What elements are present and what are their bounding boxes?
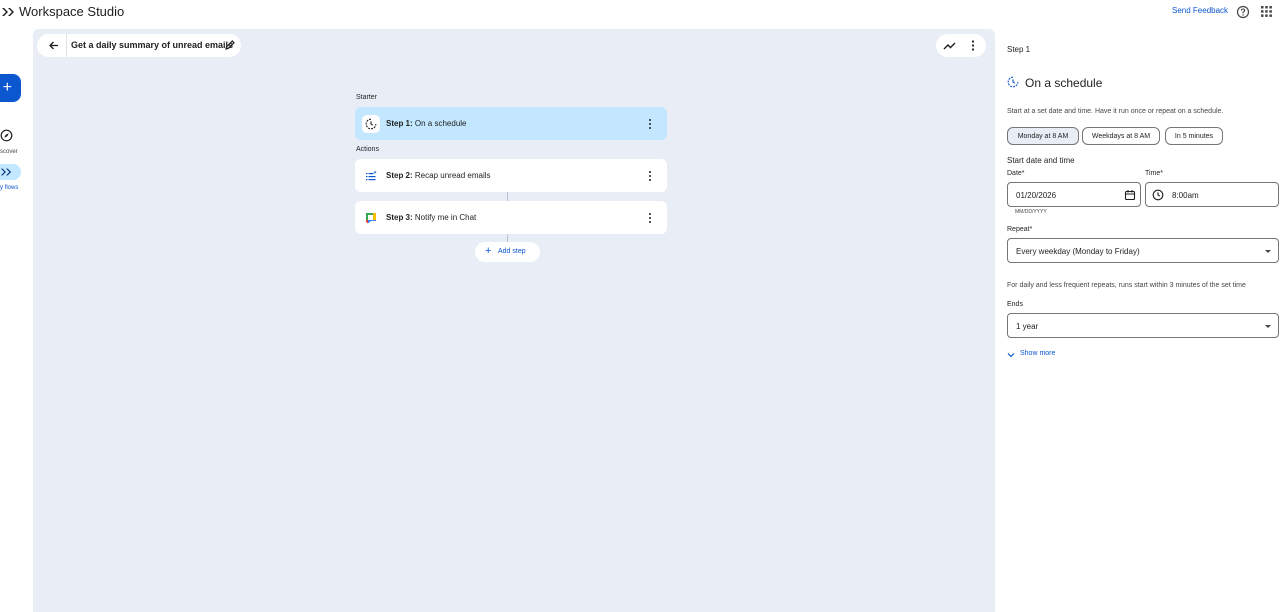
- nav-my-flows[interactable]: [0, 164, 21, 180]
- chip-monday-8am[interactable]: Monday at 8 AM: [1007, 127, 1079, 145]
- ends-label: Ends: [1007, 301, 1023, 308]
- starter-label: Starter: [356, 94, 378, 101]
- compass-icon[interactable]: [0, 129, 13, 142]
- nav-my-flows-label[interactable]: y flows: [0, 185, 18, 191]
- panel-title: On a schedule: [1025, 76, 1103, 90]
- canvas-tools: [936, 34, 986, 57]
- date-field[interactable]: 01/20/2026: [1007, 182, 1141, 207]
- back-arrow-icon[interactable]: [47, 39, 60, 52]
- date-value: 01/20/2026: [1016, 191, 1057, 200]
- workspace-studio-logo-icon: [2, 8, 14, 16]
- dropdown-caret-icon: [1265, 250, 1271, 253]
- ends-value: 1 year: [1016, 322, 1039, 331]
- send-feedback-link[interactable]: Send Feedback: [1172, 6, 1228, 15]
- step-1-title: Step 1: On a schedule: [386, 119, 467, 128]
- flow-canvas: Get a daily summary of unread emails Sta…: [33, 29, 995, 612]
- schedule-icon: [365, 118, 377, 130]
- date-label: Date*: [1007, 170, 1025, 177]
- step-icon-wrap: [362, 167, 380, 185]
- nav-discover-label[interactable]: scover: [0, 149, 18, 155]
- plus-icon: +: [485, 245, 492, 257]
- dropdown-caret-icon: [1265, 325, 1271, 328]
- apps-grid-icon[interactable]: [1261, 6, 1272, 17]
- step-card-3[interactable]: Step 3: Notify me in Chat: [355, 201, 667, 234]
- actions-label: Actions: [356, 146, 379, 153]
- app-title: Workspace Studio: [19, 4, 125, 19]
- step-card-2[interactable]: Step 2: Recap unread emails: [355, 159, 667, 192]
- step-more-icon[interactable]: [647, 212, 653, 224]
- panel-step-label: Step 1: [1007, 45, 1031, 54]
- divider: [66, 34, 67, 57]
- step-icon-wrap: [362, 209, 380, 227]
- schedule-icon: [1007, 76, 1019, 88]
- panel-description: Start at a set date and time. Have it ru…: [1007, 108, 1224, 115]
- more-vert-icon[interactable]: [969, 39, 977, 52]
- time-field[interactable]: 8:00am: [1145, 182, 1279, 207]
- step-2-title: Step 2: Recap unread emails: [386, 171, 491, 180]
- help-icon[interactable]: [1236, 5, 1250, 19]
- chip-in-5-minutes[interactable]: In 5 minutes: [1165, 127, 1223, 145]
- step-connector: [507, 192, 508, 201]
- start-date-time-heading: Start date and time: [1007, 156, 1075, 165]
- google-chat-icon: [366, 213, 376, 224]
- repeat-select[interactable]: Every weekday (Monday to Friday): [1007, 238, 1279, 263]
- recap-list-icon: [366, 170, 377, 181]
- step-more-icon[interactable]: [647, 118, 653, 130]
- ends-select[interactable]: 1 year: [1007, 313, 1279, 338]
- flow-title-bar: Get a daily summary of unread emails: [37, 34, 241, 57]
- edit-pencil-icon[interactable]: [224, 39, 236, 51]
- chip-weekdays-8am[interactable]: Weekdays at 8 AM: [1082, 127, 1160, 145]
- repeat-value: Every weekday (Monday to Friday): [1016, 247, 1140, 256]
- clock-icon[interactable]: [1152, 189, 1164, 201]
- step-config-panel: Step 1 On a schedule Start at a set date…: [995, 29, 1280, 612]
- repeat-label: Repeat*: [1007, 226, 1033, 233]
- new-flow-button[interactable]: +: [0, 74, 21, 102]
- time-label: Time*: [1145, 170, 1164, 177]
- top-bar: Workspace Studio Send Feedback: [0, 0, 1280, 26]
- step-connector: [507, 234, 508, 242]
- show-more-link[interactable]: Show more: [1020, 350, 1055, 357]
- activity-trend-icon[interactable]: [943, 39, 956, 52]
- date-format-hint: MM/DD/YYYY: [1015, 209, 1047, 215]
- step-3-title: Step 3: Notify me in Chat: [386, 213, 477, 222]
- repeat-note: For daily and less frequent repeats, run…: [1007, 282, 1246, 289]
- step-card-1[interactable]: Step 1: On a schedule: [355, 107, 667, 140]
- time-value: 8:00am: [1172, 191, 1199, 200]
- chevron-down-icon[interactable]: [1007, 351, 1015, 359]
- add-step-button[interactable]: + Add step: [475, 242, 540, 262]
- calendar-icon[interactable]: [1124, 189, 1136, 201]
- left-nav: + scover y flows: [0, 26, 32, 612]
- step-more-icon[interactable]: [647, 170, 653, 182]
- flows-icon: [0, 168, 12, 176]
- step-icon-wrap: [362, 115, 380, 133]
- add-step-label: Add step: [498, 248, 526, 255]
- flow-title: Get a daily summary of unread emails: [71, 40, 234, 50]
